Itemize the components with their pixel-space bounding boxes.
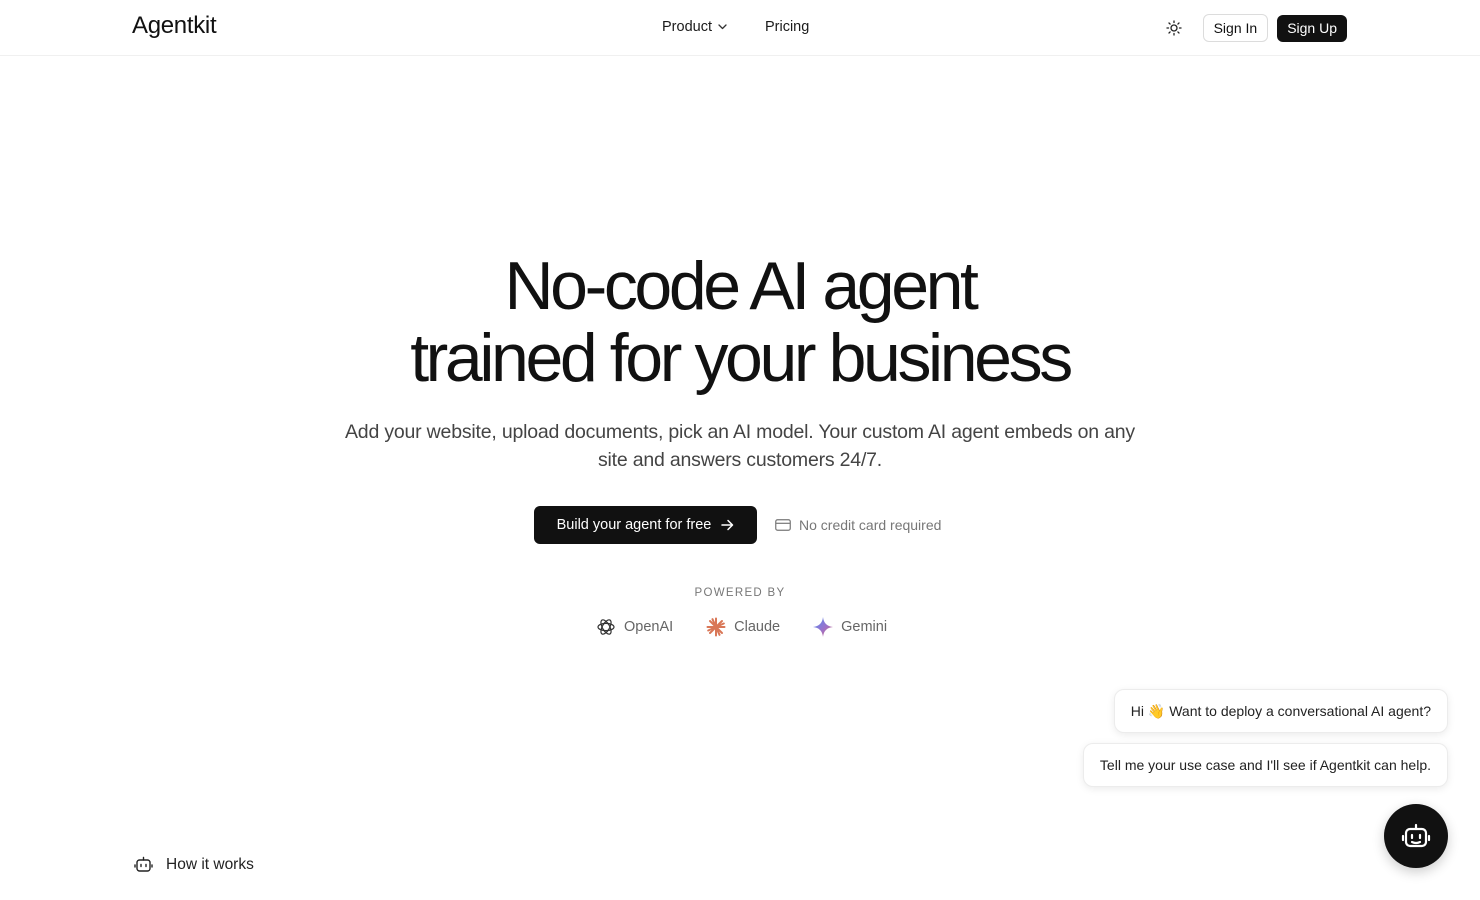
how-it-works-label: How it works xyxy=(166,856,254,873)
main-nav: Product Pricing xyxy=(662,19,809,35)
claude-logo-icon xyxy=(705,616,727,638)
landing-page: Agentkit Product Pricing Sign In Sign Up… xyxy=(0,0,1480,900)
bot-icon xyxy=(1401,821,1431,851)
powered-by-label: POWERED BY xyxy=(694,587,786,599)
no-credit-card-note: No credit card required xyxy=(775,517,941,533)
model-openai: OpenAI xyxy=(595,616,673,638)
no-credit-card-text: No credit card required xyxy=(799,517,942,533)
nav-product[interactable]: Product xyxy=(662,19,727,35)
header-actions: Sign In Sign Up xyxy=(1160,14,1347,42)
model-list: OpenAI Claude Gemini xyxy=(595,616,887,638)
arrow-right-icon xyxy=(721,519,734,531)
site-header: Agentkit Product Pricing Sign In Sign Up xyxy=(0,0,1480,56)
build-agent-label: Build your agent for free xyxy=(556,517,712,533)
chevron-down-icon xyxy=(718,24,727,30)
cta-row: Build your agent for free No credit card… xyxy=(534,506,941,544)
sun-icon[interactable] xyxy=(1160,14,1188,42)
build-agent-button[interactable]: Build your agent for free xyxy=(534,506,757,544)
chat-launcher-button[interactable] xyxy=(1384,804,1448,868)
sign-up-button[interactable]: Sign Up xyxy=(1277,14,1347,42)
gemini-logo-icon xyxy=(812,616,834,638)
model-gemini-name: Gemini xyxy=(841,619,888,635)
chat-bubble-greeting[interactable]: Hi 👋 Want to deploy a conversational AI … xyxy=(1113,689,1448,733)
model-gemini: Gemini xyxy=(812,616,887,638)
credit-card-icon xyxy=(775,519,791,531)
hero-subtitle: Add your website, upload documents, pick… xyxy=(345,421,1135,471)
sign-in-button[interactable]: Sign In xyxy=(1202,14,1269,42)
model-openai-name: OpenAI xyxy=(624,619,674,635)
chat-bubble-prompt[interactable]: Tell me your use case and I'll see if Ag… xyxy=(1082,743,1448,787)
how-it-works-link[interactable]: How it works xyxy=(134,856,254,874)
model-claude: Claude xyxy=(705,616,780,638)
openai-logo-icon xyxy=(595,616,617,638)
nav-pricing[interactable]: Pricing xyxy=(765,19,809,35)
bot-icon xyxy=(134,856,153,874)
logo[interactable]: Agentkit xyxy=(132,12,217,40)
model-claude-name: Claude xyxy=(734,619,781,635)
hero-title: No-code AI agent trained for your busine… xyxy=(0,250,1480,394)
hero-title-line-2: trained for your business xyxy=(410,320,1073,396)
hero-title-line-1: No-code AI agent xyxy=(504,248,978,324)
nav-product-label: Product xyxy=(662,19,712,35)
